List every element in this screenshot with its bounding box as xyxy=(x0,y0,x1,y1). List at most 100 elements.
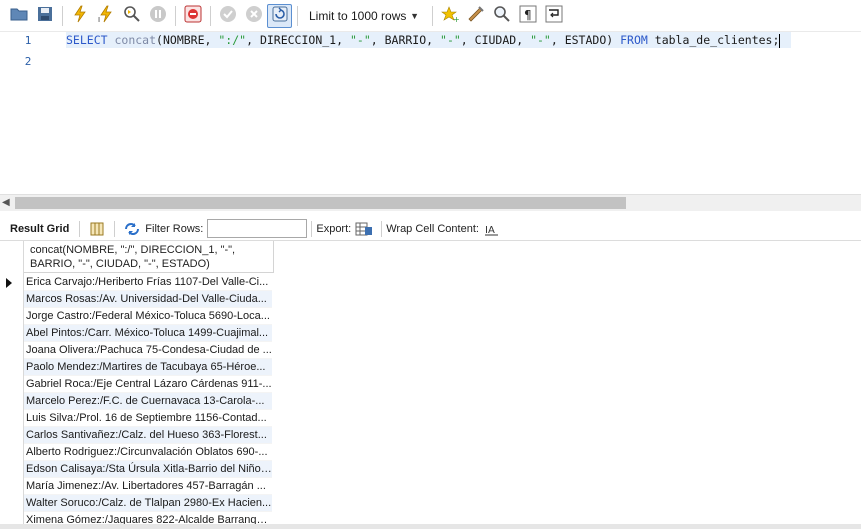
identifier-token: tabla_de_clientes; xyxy=(654,33,780,47)
explain-icon xyxy=(123,5,141,26)
grid-layout-icon[interactable] xyxy=(87,220,107,238)
sql-editor[interactable]: 1 2 SELECT concat(NOMBRE, ":/", DIRECCIO… xyxy=(0,32,861,194)
string-token: "-" xyxy=(349,33,371,47)
svg-text:IA: IA xyxy=(485,225,495,236)
autocommit-toggle[interactable] xyxy=(267,3,292,28)
table-row[interactable]: Marcelo Perez:/F.C. de Cuernavaca 13-Car… xyxy=(24,393,272,410)
execute-icon xyxy=(72,5,88,26)
toolbar-separator xyxy=(210,5,211,26)
toolbar-separator xyxy=(297,5,298,26)
line-number: 1 xyxy=(24,34,32,47)
table-row[interactable]: Abel Pintos:/Carr. México-Toluca 1499-Cu… xyxy=(24,325,272,342)
export-icon[interactable] xyxy=(354,220,374,238)
string-token: "-" xyxy=(440,33,461,47)
save-button[interactable] xyxy=(32,4,57,28)
table-row[interactable]: Carlos Santivañez:/Calz. del Hueso 363-F… xyxy=(24,427,272,444)
result-toolbar: Result Grid Filter Rows: Export: Wrap Ce… xyxy=(0,217,861,241)
toggle-error-button[interactable] xyxy=(180,4,205,28)
toolbar-separator xyxy=(114,220,116,237)
toolbar-separator xyxy=(432,5,433,26)
refresh-icon[interactable] xyxy=(122,220,142,238)
row-pointer-icon xyxy=(6,278,12,288)
dropdown-caret-icon: ▼ xyxy=(410,10,419,21)
invisible-chars-icon: ¶ xyxy=(519,5,537,26)
save-icon xyxy=(37,6,53,25)
punct-token: , xyxy=(204,33,219,47)
punct-token: , xyxy=(426,33,441,47)
wrap-lines-button[interactable] xyxy=(541,4,566,28)
identifier-token: ESTADO xyxy=(564,33,607,47)
toggle-error-icon xyxy=(184,5,202,26)
query-line[interactable]: SELECT concat(NOMBRE, ":/", DIRECCION_1,… xyxy=(66,32,791,48)
svg-text:¶: ¶ xyxy=(524,8,532,22)
execute-button[interactable] xyxy=(67,4,92,28)
svg-text:+: + xyxy=(453,15,459,23)
table-row[interactable]: Jorge Castro:/Federal México-Toluca 5690… xyxy=(24,308,272,325)
table-row[interactable]: Edson Calisaya:/Sta Úrsula Xitla-Barrio … xyxy=(24,461,272,478)
punct-token: , xyxy=(370,33,385,47)
execute-current-icon: I xyxy=(97,5,115,26)
scroll-left-arrow-icon[interactable]: ◀ xyxy=(2,197,10,208)
toolbar-separator xyxy=(311,220,313,237)
string-token: ":/" xyxy=(218,33,247,47)
table-row[interactable]: Gabriel Roca:/Eje Central Lázaro Cárdena… xyxy=(24,376,272,393)
sql-editor-toolbar: I Limit to 1000 rows ▼ + ¶ xyxy=(0,0,861,32)
table-row[interactable]: Paolo Mendez:/Martires de Tacubaya 65-Hé… xyxy=(24,359,272,376)
stop-icon xyxy=(149,5,167,26)
beautify-button[interactable] xyxy=(463,4,488,28)
toolbar-separator xyxy=(62,5,63,26)
toolbar-separator xyxy=(175,5,176,26)
punct-token: , xyxy=(460,33,475,47)
export-label: Export: xyxy=(316,222,352,235)
table-row[interactable]: Luis Silva:/Prol. 16 de Septiembre 1156-… xyxy=(24,410,272,427)
table-row[interactable]: Marcos Rosas:/Av. Universidad-Del Valle-… xyxy=(24,291,272,308)
punct-token: , xyxy=(550,33,565,47)
commit-icon xyxy=(219,5,237,26)
wrap-cell-icon[interactable]: IA xyxy=(482,220,502,238)
explain-button[interactable] xyxy=(119,4,144,28)
keyword-token: FROM xyxy=(620,33,648,47)
table-row[interactable]: Alberto Rodriguez:/Circunvalación Oblato… xyxy=(24,444,272,461)
stop-button[interactable] xyxy=(145,4,170,28)
filter-rows-input[interactable] xyxy=(207,219,308,238)
limit-rows-select[interactable]: Limit to 1000 rows ▼ xyxy=(302,5,424,27)
bottom-scrollbar-strip[interactable] xyxy=(0,524,861,529)
execute-current-button[interactable]: I xyxy=(93,4,118,28)
rollback-button[interactable] xyxy=(241,4,266,28)
result-grid[interactable]: concat(NOMBRE, ":/", DIRECCION_1, "-", B… xyxy=(0,241,861,529)
filter-rows-label: Filter Rows: xyxy=(145,222,204,235)
punct-token: , xyxy=(336,33,350,47)
identifier-token: DIRECCION_1 xyxy=(259,33,337,47)
autocommit-icon xyxy=(272,6,288,25)
commit-button[interactable] xyxy=(215,4,240,28)
add-snippet-button[interactable]: + xyxy=(437,4,462,28)
identifier-token: CIUDAD xyxy=(474,33,517,47)
toolbar-separator xyxy=(381,220,383,237)
punct-token: ( xyxy=(156,33,163,47)
invisible-chars-button[interactable]: ¶ xyxy=(515,4,540,28)
table-row[interactable]: María Jimenez:/Av. Libertadores 457-Barr… xyxy=(24,478,272,495)
scrollbar-thumb[interactable] xyxy=(15,197,626,209)
column-header[interactable]: concat(NOMBRE, ":/", DIRECCION_1, "-", B… xyxy=(24,241,274,273)
punct-token: ) xyxy=(606,33,614,47)
wrap-lines-icon xyxy=(545,5,563,26)
text-cursor xyxy=(779,33,781,48)
table-row[interactable]: Erica Carvajo:/Heriberto Frías 1107-Del … xyxy=(24,274,272,291)
result-grid-tab[interactable]: Result Grid xyxy=(4,223,75,235)
limit-rows-label: Limit to 1000 rows xyxy=(309,8,407,23)
row-header-column xyxy=(0,241,24,529)
svg-text:I: I xyxy=(98,16,100,23)
toolbar-separator xyxy=(79,220,81,237)
keyword-token: SELECT xyxy=(66,33,108,47)
editor-horizontal-scrollbar[interactable]: ◀ xyxy=(0,194,861,211)
table-row[interactable]: Walter Soruco:/Calz. de Tlalpan 2980-Ex … xyxy=(24,495,272,512)
find-button[interactable] xyxy=(489,4,514,28)
open-folder-icon xyxy=(10,6,28,25)
punct-token: , xyxy=(516,33,531,47)
open-file-button[interactable] xyxy=(6,4,31,28)
identifier-token: NOMBRE xyxy=(162,33,205,47)
table-row[interactable]: Joana Olivera:/Pachuca 75-Condesa-Ciudad… xyxy=(24,342,272,359)
string-token: "-" xyxy=(530,33,551,47)
function-token: concat xyxy=(114,33,157,47)
rollback-icon xyxy=(245,5,263,26)
